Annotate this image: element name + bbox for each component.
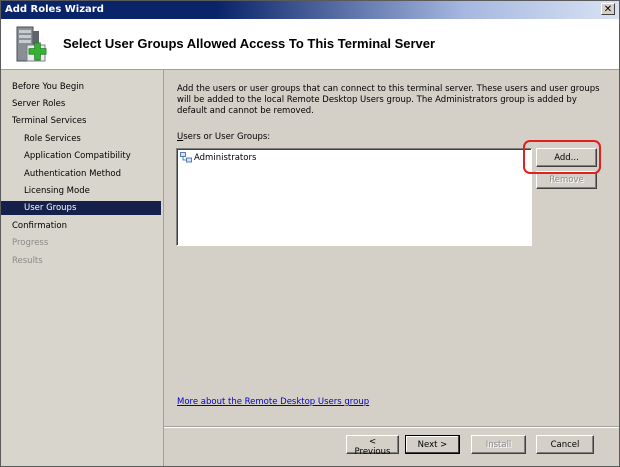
sidebar-item-server-roles: Server Roles xyxy=(12,99,66,109)
page-title: Select User Groups Allowed Access To Thi… xyxy=(63,36,436,51)
cancel-button[interactable]: Cancel xyxy=(536,435,594,454)
title-bar: Add Roles Wizard ✕ xyxy=(1,1,619,19)
wizard-window: Add Roles Wizard ✕ Select User Groups Al… xyxy=(0,0,620,467)
previous-button[interactable]: < Previous xyxy=(346,435,399,457)
install-button-label: Install xyxy=(485,439,512,450)
add-button-highlight xyxy=(523,140,601,174)
sidebar-item-confirmation: Confirmation xyxy=(12,221,67,231)
wizard-header: Select User Groups Allowed Access To Thi… xyxy=(1,19,619,70)
window-title: Add Roles Wizard xyxy=(5,4,104,15)
sidebar-item-licensing-mode: Licensing Mode xyxy=(24,186,90,196)
list-item[interactable]: Administrators xyxy=(180,152,256,165)
sidebar-item-role-services: Role Services xyxy=(24,134,81,144)
footer-divider xyxy=(164,426,619,428)
more-info-link[interactable]: More about the Remote Desktop Users grou… xyxy=(177,397,369,407)
previous-button-label: < Previous xyxy=(354,437,391,457)
remove-button-label: Remove xyxy=(549,175,584,185)
main-content: Add the users or user groups that can co… xyxy=(164,70,619,426)
user-group-icon xyxy=(180,152,192,163)
user-groups-listbox[interactable]: Administrators xyxy=(176,148,532,246)
install-button[interactable]: Install xyxy=(471,435,526,454)
list-item-label: Administrators xyxy=(194,153,257,163)
sidebar-item-authentication-method: Authentication Method xyxy=(24,169,121,179)
sidebar-item-terminal-services: Terminal Services xyxy=(12,116,87,126)
sidebar-item-progress: Progress xyxy=(12,238,49,248)
wizard-step-nav: Before You Begin Server Roles Terminal Ser… xyxy=(1,70,164,466)
close-icon: ✕ xyxy=(603,4,613,15)
sidebar-item-user-groups: User Groups xyxy=(1,201,161,215)
server-add-icon xyxy=(16,26,47,62)
sidebar-item-application-compatibility: Application Compatibility xyxy=(24,151,131,161)
list-label-rest: sers or User Groups: xyxy=(183,132,271,142)
next-button-label: Next > xyxy=(417,439,448,450)
list-label: Users or User Groups: xyxy=(177,132,271,142)
close-button[interactable]: ✕ xyxy=(601,3,615,15)
page-description: Add the users or user groups that can co… xyxy=(177,84,600,116)
next-button[interactable]: Next > xyxy=(405,435,460,454)
cancel-button-label: Cancel xyxy=(550,439,580,450)
sidebar-item-results: Results xyxy=(12,256,43,266)
sidebar-item-before-you-begin: Before You Begin xyxy=(12,82,85,92)
